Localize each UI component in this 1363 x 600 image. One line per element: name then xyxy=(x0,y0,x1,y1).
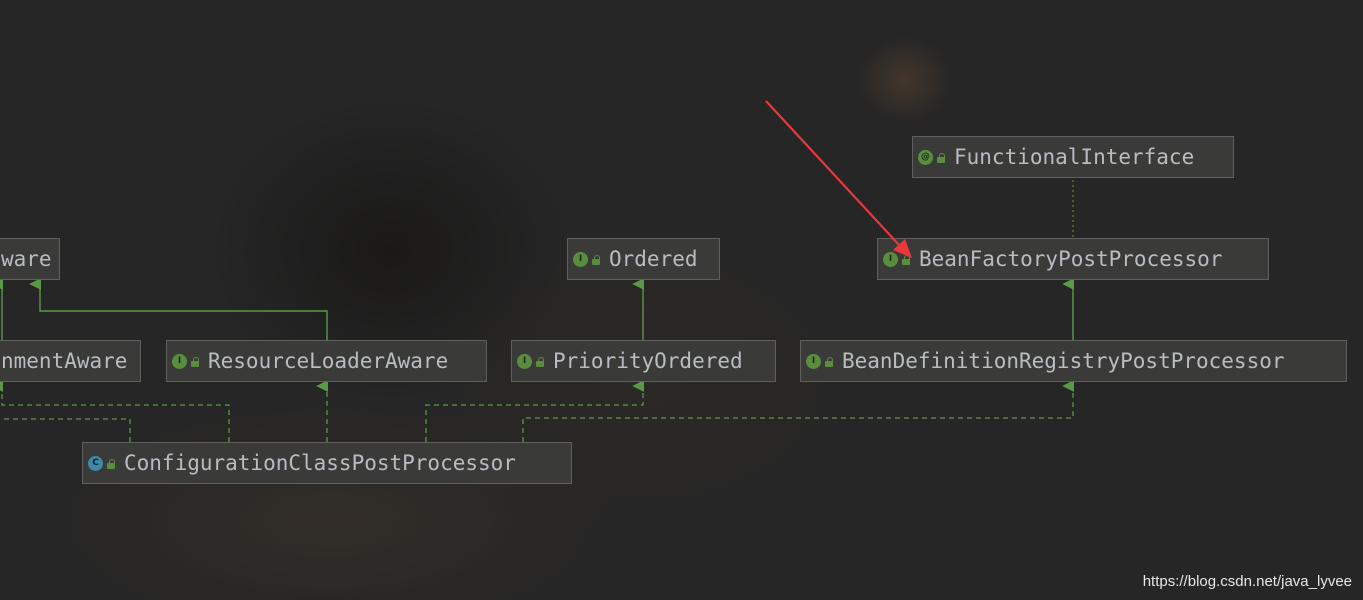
edge-ccpp-implements-bdrpp xyxy=(522,380,1075,442)
node-priority-ordered[interactable]: I PriorityOrdered xyxy=(511,340,776,382)
node-aware[interactable]: ware xyxy=(0,238,60,280)
public-lock-icon xyxy=(937,152,946,163)
interface-icon: I xyxy=(806,353,821,369)
public-lock-icon xyxy=(902,254,911,265)
interface-icon: I xyxy=(517,353,532,369)
node-aware-label: ware xyxy=(1,247,52,271)
public-lock-icon xyxy=(191,356,200,367)
interface-icon: I xyxy=(883,251,898,267)
node-resource-loader-aware-label: ResourceLoaderAware xyxy=(208,349,449,373)
node-bean-definition-registry-post-processor-label: BeanDefinitionRegistryPostProcessor xyxy=(842,349,1285,373)
watermark: https://blog.csdn.net/java_lyvee xyxy=(1142,573,1352,590)
public-lock-icon xyxy=(107,458,116,469)
edge-ccpp-implements-priority-ordered xyxy=(425,380,645,442)
node-priority-ordered-label: PriorityOrdered xyxy=(553,349,743,373)
edge-ccpp-implements-environment-aware xyxy=(0,418,131,442)
node-bean-definition-registry-post-processor[interactable]: I BeanDefinitionRegistryPostProcessor xyxy=(800,340,1347,382)
node-functional-interface[interactable]: @ FunctionalInterface xyxy=(912,136,1234,178)
annotation-icon: @ xyxy=(918,149,933,165)
public-lock-icon xyxy=(592,254,601,265)
interface-icon: I xyxy=(172,353,187,369)
node-configuration-class-post-processor-label: ConfigurationClassPostProcessor xyxy=(124,451,516,475)
node-functional-interface-label: FunctionalInterface xyxy=(954,145,1195,169)
class-icon: C xyxy=(88,455,103,471)
edge-resource-loader-aware-extends-aware xyxy=(29,278,328,340)
node-ordered-label: Ordered xyxy=(609,247,698,271)
node-ordered[interactable]: I Ordered xyxy=(567,238,720,280)
node-bean-factory-post-processor[interactable]: I BeanFactoryPostProcessor xyxy=(877,238,1269,280)
edge-ccpp-implements-aware-branch xyxy=(0,380,230,442)
node-resource-loader-aware[interactable]: I ResourceLoaderAware xyxy=(166,340,487,382)
interface-icon: I xyxy=(573,251,588,267)
node-environment-aware-label: nmentAware xyxy=(1,349,128,373)
node-configuration-class-post-processor[interactable]: C ConfigurationClassPostProcessor xyxy=(82,442,572,484)
node-bean-factory-post-processor-label: BeanFactoryPostProcessor xyxy=(919,247,1223,271)
public-lock-icon xyxy=(536,356,545,367)
public-lock-icon xyxy=(825,356,834,367)
diagram-edges xyxy=(0,180,1075,442)
node-environment-aware[interactable]: nmentAware xyxy=(0,340,141,382)
